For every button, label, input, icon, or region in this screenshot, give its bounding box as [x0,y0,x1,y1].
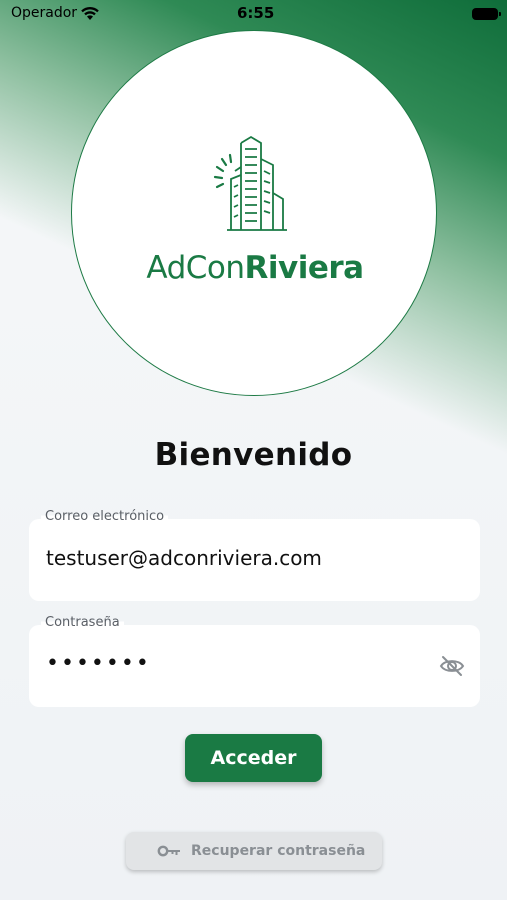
brand-part-adcon: AdCon [146,250,245,286]
welcome-title: Bienvenido [154,437,353,473]
status-bar: Operador 6:55 [0,0,507,28]
clock: 6:55 [237,4,275,22]
email-input[interactable]: testuser@adconriviera.com [46,546,322,570]
password-input[interactable]: ••••••• [46,651,151,676]
email-label: Correo electrónico [41,509,169,524]
key-icon [157,845,180,857]
building-logo-icon [213,135,287,231]
submit-button[interactable]: Acceder [185,734,322,782]
battery-icon [472,8,501,20]
wifi-icon [81,6,99,20]
password-field[interactable]: Contraseña ••••••• [29,615,480,707]
carrier-name: Operador [11,5,78,21]
recover-password-label: Recuperar contraseña [191,843,366,859]
eye-off-icon[interactable] [439,654,465,678]
logo-circle: AdConRiviera [71,30,437,396]
recover-password-button[interactable]: Recuperar contraseña [126,832,382,870]
password-label: Contraseña [41,615,124,630]
brand-part-riviera: Riviera [244,250,365,286]
brand-wordmark: AdConRiviera [72,248,438,288]
email-field[interactable]: Correo electrónico testuser@adconriviera… [29,509,480,601]
